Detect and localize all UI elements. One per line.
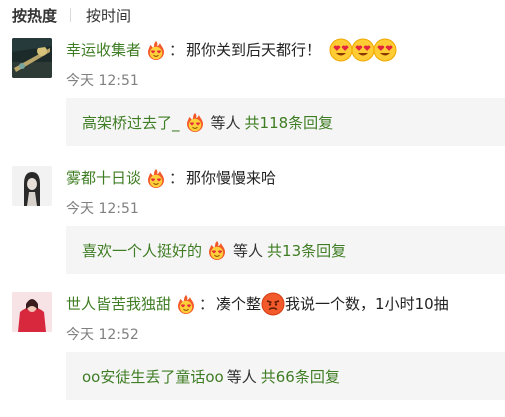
heart-eyes-flame-icon (144, 39, 168, 61)
reply-count-link[interactable]: 共66条回复 (261, 366, 340, 387)
heart-eyes-emoji (329, 38, 353, 62)
avatar[interactable] (12, 292, 52, 332)
heart-eyes-flame-icon (205, 239, 229, 261)
comment-body: 世人皆苦我独甜 ： 凑个整 我说一个数，1小时10抽 (66, 292, 449, 316)
comment-timestamp: 今天 12:52 (66, 327, 139, 343)
heart-eyes-emoji (351, 38, 375, 62)
heart-eyes-emoji (373, 38, 397, 62)
comment-item: 世人皆苦我独甜 ： 凑个整 我说一个数，1小时10抽 今天 12:52 oo安徒… (0, 292, 505, 417)
reply-username[interactable]: 喜欢一个人挺好的 (82, 240, 202, 261)
comment-text-part2: 我说一个数，1小时10抽 (285, 295, 449, 313)
comment-item: 雾都十日谈 ： 那你慢慢来哈 今天 12:51 喜欢一个人挺好的 等人 共13条… (0, 166, 505, 291)
comment-text-part1: 凑个整 (216, 295, 262, 313)
comment-username[interactable]: 世人皆苦我独甜 (66, 293, 171, 315)
reply-summary[interactable]: 高架桥过去了_ 等人 共118条回复 (66, 98, 505, 146)
comment-username[interactable]: 雾都十日谈 (66, 167, 141, 189)
reply-username[interactable]: oo安徒生丢了童话oo (82, 366, 224, 387)
angry-emoji (261, 292, 285, 316)
reply-summary[interactable]: 喜欢一个人挺好的 等人 共13条回复 (66, 226, 505, 274)
heart-eyes-flame-icon (183, 111, 207, 133)
comment-colon: ： (169, 169, 185, 187)
sort-by-time-tab[interactable]: 按时间 (86, 5, 131, 26)
sort-bar: 按热度 按时间 (0, 0, 505, 30)
heart-eyes-flame-icon (174, 293, 198, 315)
comment-body: 雾都十日谈 ： 那你慢慢来哈 (66, 166, 276, 190)
reply-middle-text: 等人 (233, 241, 264, 260)
comment-timestamp: 今天 12:51 (66, 201, 139, 217)
comment-text: 那你关到后天都行！ (186, 41, 322, 59)
comment-body: 幸运收集者 ： 那你关到后天都行！ (66, 38, 397, 62)
comment-colon: ： (199, 295, 215, 313)
reply-middle-text: 等人 (226, 367, 257, 386)
comment-text: 那你慢慢来哈 (186, 169, 277, 187)
reply-summary[interactable]: oo安徒生丢了童话oo 等人 共66条回复 (66, 352, 505, 400)
comment-item: 幸运收集者 ： 那你关到后天都行！ 今天 12:51 高架桥过去了_ 等人 共1… (0, 38, 505, 163)
avatar[interactable] (12, 166, 52, 206)
heart-eyes-flame-icon (144, 167, 168, 189)
sort-divider (70, 8, 71, 22)
avatar[interactable] (12, 38, 52, 78)
reply-count-link[interactable]: 共13条回复 (267, 240, 346, 261)
sort-by-hot-tab[interactable]: 按热度 (12, 5, 57, 26)
reply-count-link[interactable]: 共118条回复 (245, 112, 334, 133)
comment-username[interactable]: 幸运收集者 (66, 39, 141, 61)
comment-timestamp: 今天 12:51 (66, 73, 139, 89)
reply-middle-text: 等人 (210, 113, 241, 132)
reply-username[interactable]: 高架桥过去了_ (82, 112, 180, 133)
comment-colon: ： (169, 41, 185, 59)
